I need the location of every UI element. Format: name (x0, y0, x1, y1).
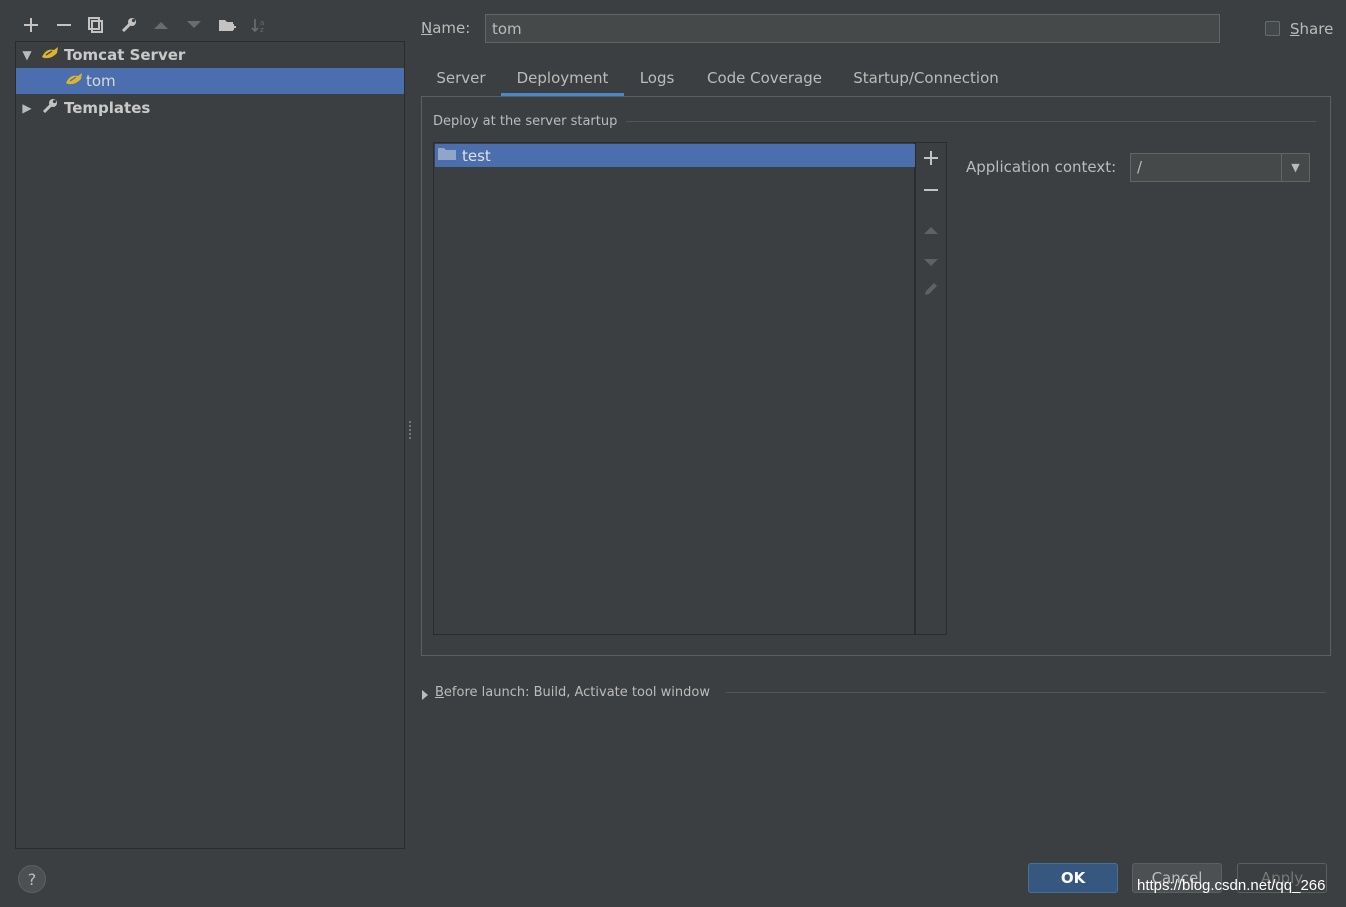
tab-code-coverage[interactable]: Code Coverage (697, 60, 832, 96)
move-up-icon[interactable] (916, 219, 946, 240)
tomcat-icon (64, 71, 84, 91)
plus-icon[interactable] (20, 14, 42, 36)
folder-icon (438, 147, 456, 165)
svg-text:z: z (260, 26, 264, 33)
name-label: Name: (421, 19, 471, 37)
move-down-icon[interactable] (916, 251, 946, 272)
folder-add-icon[interactable] (216, 14, 238, 36)
deploy-list-tools (915, 142, 947, 635)
wrench-icon (42, 98, 58, 118)
edit-icon[interactable] (916, 281, 946, 302)
ok-button[interactable]: OK (1028, 863, 1118, 893)
tree-item-label: Tomcat Server (64, 46, 186, 64)
name-input[interactable] (485, 14, 1220, 43)
remove-icon[interactable] (916, 181, 946, 202)
add-icon[interactable] (916, 149, 946, 170)
deploy-list[interactable]: test (433, 142, 915, 635)
tree-item-templates[interactable]: ▶ Templates (16, 95, 404, 121)
splitter-handle[interactable] (408, 420, 412, 440)
wrench-icon[interactable] (118, 14, 140, 36)
list-item-label: test (462, 146, 491, 165)
copy-icon[interactable] (85, 14, 107, 36)
list-item[interactable]: test (435, 144, 915, 167)
expand-arrow-icon[interactable]: ▼ (20, 48, 34, 62)
before-launch-label[interactable]: Before launch: Build, Activate tool wind… (435, 685, 710, 700)
chevron-down-icon[interactable]: ▼ (1281, 154, 1309, 181)
watermark: https://blog.csdn.net/qq_266 (1137, 877, 1326, 894)
expand-arrow-icon[interactable]: ▶ (20, 101, 34, 115)
tab-deployment[interactable]: Deployment (501, 60, 624, 96)
collapse-arrow-icon[interactable] (421, 688, 429, 704)
tab-server[interactable]: Server (429, 60, 493, 96)
tab-startup-connection[interactable]: Startup/Connection (845, 60, 1007, 96)
share-checkbox[interactable] (1265, 21, 1280, 36)
tomcat-icon (40, 45, 60, 65)
app-context-combo[interactable]: / ▼ (1130, 153, 1310, 182)
share-label[interactable]: Share (1290, 20, 1333, 38)
app-context-label: Application context: (966, 158, 1117, 176)
deploy-group-title: Deploy at the server startup (433, 114, 618, 129)
tree-item-tomcat-server[interactable]: ▼ Tomcat Server (16, 42, 404, 68)
divider (626, 121, 1316, 122)
minus-icon[interactable] (53, 14, 75, 36)
tree-item-label: Templates (64, 99, 151, 117)
configuration-tree: ▼ Tomcat Server tom ▶ Templates (15, 41, 405, 849)
arrow-up-icon[interactable] (150, 14, 172, 36)
tree-item-tom[interactable]: tom (16, 68, 404, 94)
app-context-value: / (1137, 158, 1143, 176)
arrow-down-icon[interactable] (183, 14, 205, 36)
help-button[interactable]: ? (18, 865, 46, 893)
sort-icon[interactable]: az (248, 14, 270, 36)
tab-logs[interactable]: Logs (631, 60, 683, 96)
tree-item-label: tom (86, 72, 116, 90)
divider (726, 692, 1326, 693)
